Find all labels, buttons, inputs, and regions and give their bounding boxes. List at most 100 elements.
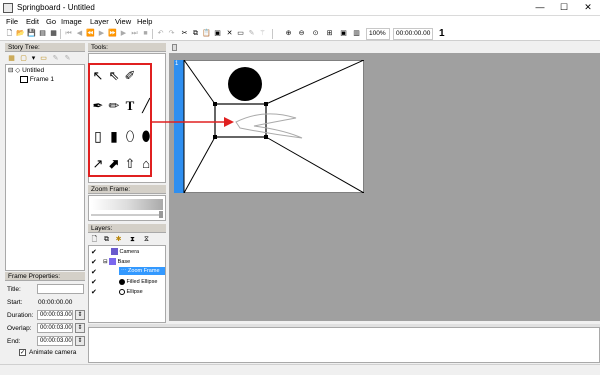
visibility-check-zoom-frame[interactable]: ✔ <box>91 268 97 276</box>
tree-frame[interactable]: Frame 1 <box>20 76 54 84</box>
overlap-input[interactable]: 00:00:03.00 <box>37 323 73 333</box>
cut-icon[interactable]: ✂ <box>180 29 189 38</box>
redo-icon[interactable]: ↷ <box>167 29 176 38</box>
toolbar: 🗋 📂 💾 ▤ ▦ ⏮ ◀ ⏪ ▶ ⏩ ▶ ⏭ ■ ↶ ↷ ✂ ⧉ 📋 ▣ ✕ … <box>0 27 600 41</box>
menu-help[interactable]: Help <box>137 17 152 26</box>
frame-index: 1 <box>175 61 179 67</box>
title-label: Title: <box>7 286 21 293</box>
menu-layer[interactable]: Layer <box>90 17 109 26</box>
animate-camera-label: Animate camera <box>29 349 77 356</box>
print-preview-icon[interactable]: ▦ <box>49 29 58 38</box>
zoom-slider-track[interactable] <box>91 214 163 216</box>
folder-icon[interactable]: ▭ <box>39 54 48 63</box>
prev-icon[interactable]: ◀ <box>75 29 84 38</box>
zoom-out-icon[interactable]: ⊖ <box>297 29 306 38</box>
title-input[interactable] <box>37 284 84 294</box>
visibility-check-ellipse[interactable]: ✔ <box>91 288 97 296</box>
undo-icon[interactable]: ↶ <box>156 29 165 38</box>
layer-ellipse-label: Ellipse <box>126 289 143 295</box>
print-icon[interactable]: ▤ <box>38 29 47 38</box>
wand-icon[interactable]: ⚚ <box>258 29 267 38</box>
time-field[interactable]: 00:00:00.00 <box>393 28 433 40</box>
frame-icon <box>20 76 28 83</box>
overlap-label: Overlap: <box>7 325 32 332</box>
menu-edit[interactable]: Edit <box>26 17 39 26</box>
image-icon[interactable]: ▥ <box>352 29 361 38</box>
zoom-slider-thumb[interactable] <box>159 211 163 218</box>
visibility-check-camera[interactable]: ✔ <box>91 248 97 256</box>
brush-icon[interactable]: ✎ <box>247 29 256 38</box>
close-button[interactable]: ✕ <box>576 0 600 14</box>
layer-camera-label: Camera <box>119 249 140 255</box>
end-input[interactable]: 00:00:03.00 <box>37 336 73 346</box>
end-spinner[interactable]: ⇕ <box>75 336 85 346</box>
layer-merge-icon[interactable]: ⧗ <box>128 235 137 244</box>
paste-special-icon[interactable]: ▣ <box>213 29 222 38</box>
delete-icon[interactable]: ✕ <box>225 29 234 38</box>
layer-filled-ellipse[interactable]: Filled Ellipse <box>119 278 157 286</box>
app-icon <box>3 3 13 13</box>
title-bar: Springboard - Untitled — ☐ ✕ <box>0 0 600 16</box>
open-icon[interactable]: 📂 <box>16 29 25 38</box>
duration-spinner[interactable]: ⇕ <box>75 310 85 320</box>
brush-icon[interactable]: ✎ <box>63 54 72 63</box>
save-icon[interactable]: 💾 <box>27 29 36 38</box>
frame-properties: Title: Start: 00:00:00.00 Duration: 00:0… <box>5 282 85 362</box>
zoom-fit-icon[interactable]: ⊙ <box>311 29 320 38</box>
screen-icon[interactable]: ▭ <box>236 29 245 38</box>
maximize-button[interactable]: ☐ <box>552 0 576 14</box>
forward-icon[interactable]: ⏩ <box>108 29 117 38</box>
paste-icon[interactable]: 📋 <box>202 29 211 38</box>
layer-delete-icon[interactable]: ⧖ <box>142 235 151 244</box>
tree-root-label: Untitled <box>22 67 45 74</box>
play-icon[interactable]: ▶ <box>97 29 106 38</box>
dropdown-icon[interactable]: ▾ <box>29 54 38 63</box>
filled-ellipse-icon <box>119 278 125 285</box>
animate-camera-checkbox[interactable]: ✓ <box>19 349 26 356</box>
visibility-check-base[interactable]: ✔ <box>91 258 97 266</box>
zoom-level[interactable]: 100% <box>366 28 390 40</box>
base-layer-icon <box>109 258 117 266</box>
rewind-icon[interactable]: ⏪ <box>86 29 95 38</box>
zoom-in-icon[interactable]: ⊕ <box>284 29 293 38</box>
overlap-spinner[interactable]: ⇕ <box>75 323 85 333</box>
copy-icon[interactable]: ⧉ <box>191 29 200 38</box>
notes-panel[interactable] <box>88 327 600 363</box>
layer-zoom-frame-label: Zoom Frame <box>128 268 160 274</box>
new-layer-icon[interactable]: 🗋 <box>90 235 99 244</box>
timeline-handle[interactable] <box>172 44 177 51</box>
layer-props-icon[interactable]: ✱ <box>114 235 123 244</box>
layer-ellipse[interactable]: Ellipse <box>119 288 143 296</box>
frame-number: 1 <box>439 28 445 39</box>
layer-camera[interactable]: Camera <box>111 248 139 256</box>
menu-bar: File Edit Go Image Layer View Help <box>0 16 600 27</box>
actual-size-icon[interactable]: ▣ <box>339 29 348 38</box>
stop-icon[interactable]: ■ <box>141 29 150 38</box>
new-icon[interactable]: 🗋 <box>5 29 14 38</box>
first-frame-icon[interactable]: ⏮ <box>64 29 73 38</box>
layer-zoom-frame[interactable]: ⋯ Zoom Frame <box>119 267 165 275</box>
layer-base[interactable]: ⊟ Base <box>103 258 130 266</box>
menu-go[interactable]: Go <box>46 17 56 26</box>
menu-view[interactable]: View <box>115 17 131 26</box>
duration-input[interactable]: 00:00:03.00 <box>37 310 73 320</box>
fit-window-icon[interactable]: ⊞ <box>325 29 334 38</box>
visibility-check-filled-ellipse[interactable]: ✔ <box>91 278 97 286</box>
next-icon[interactable]: ▶ <box>119 29 128 38</box>
menu-image[interactable]: Image <box>61 17 82 26</box>
edit-icon[interactable]: ✎ <box>51 54 60 63</box>
last-frame-icon[interactable]: ⏭ <box>130 29 139 38</box>
timeline-bar <box>169 43 600 52</box>
menu-file[interactable]: File <box>6 17 18 26</box>
add-story-icon[interactable]: ▦ <box>7 54 16 63</box>
duplicate-layer-icon[interactable]: ⧉ <box>102 235 111 244</box>
tree-root[interactable]: ⊟ ◇ Untitled <box>8 67 44 75</box>
zoom-frame-preview <box>91 199 163 210</box>
add-frame-icon[interactable]: ▢ <box>19 54 28 63</box>
story-tree-header: Story Tree: <box>5 43 85 52</box>
zoom-frame-header: Zoom Frame: <box>88 185 166 194</box>
layers-header: Layers: <box>88 224 166 233</box>
minimize-button[interactable]: — <box>528 0 552 14</box>
story-tree-toolbar: ▦ ▢ ▾ ▭ ✎ ✎ <box>5 53 85 64</box>
start-label: Start: <box>7 299 23 306</box>
